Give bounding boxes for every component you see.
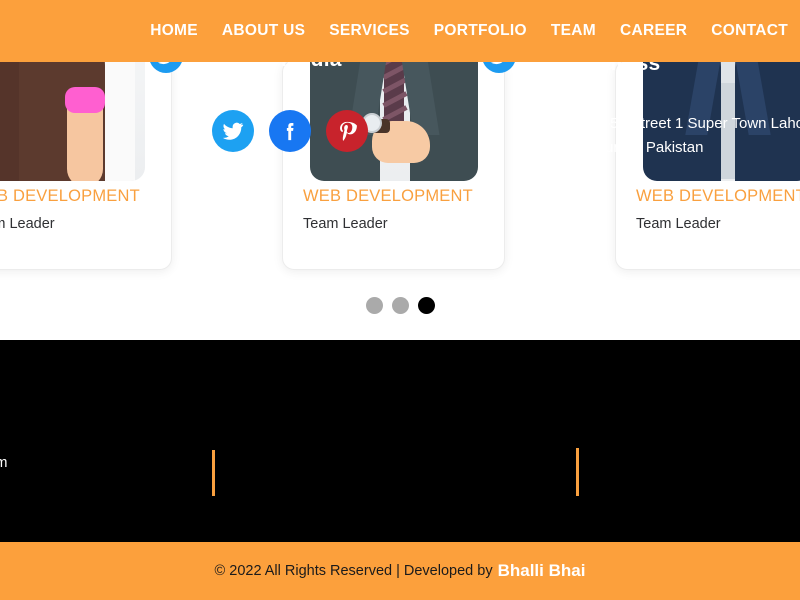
- pinterest-icon[interactable]: [326, 110, 368, 152]
- developer-brand-link[interactable]: Bhalli Bhai: [498, 561, 586, 581]
- nav-item-team[interactable]: TEAM: [539, 22, 608, 40]
- nav-item-career[interactable]: CAREER: [608, 22, 699, 40]
- nav-item-contact[interactable]: CONTACT: [699, 22, 800, 40]
- nav-item-home[interactable]: HOME: [138, 22, 210, 40]
- twitter-icon[interactable]: [212, 110, 254, 152]
- copyright-text: © 2022 All Rights Reserved | Developed b…: [214, 563, 493, 579]
- footer-email-text: com: [0, 455, 8, 471]
- address-line-2: Punjab Pakistan: [595, 139, 704, 157]
- social-accent-bar: [212, 450, 215, 496]
- social-links-row: [212, 110, 368, 152]
- carousel-dot-active[interactable]: [417, 297, 435, 314]
- nav-item-portfolio[interactable]: PORTFOLIO: [422, 22, 539, 40]
- facebook-icon[interactable]: [269, 110, 311, 152]
- nav-item-services[interactable]: SERVICES: [317, 22, 422, 40]
- carousel-dot[interactable]: [365, 297, 383, 314]
- team-card-body: WEB DEVELOPMENT Team Leader: [0, 187, 171, 232]
- team-card-role: Team Leader: [0, 216, 55, 232]
- top-navigation-bar: HOME ABOUT US SERVICES PORTFOLIO TEAM CA…: [0, 0, 800, 62]
- team-card[interactable]: WEB DEVELOPMENT Team Leader: [282, 13, 516, 270]
- team-card-body: WEB DEVELOPMENT Team Leader: [616, 187, 800, 232]
- team-card-role: Team Leader: [636, 216, 721, 232]
- team-card-title: WEB DEVELOPMENT: [636, 187, 800, 205]
- address-line-1: A-57 Street 1 Super Town Lahore: [595, 115, 800, 132]
- carousel-dots: [0, 297, 800, 314]
- team-card-role: Team Leader: [303, 216, 388, 232]
- page-root: WEB DEVELOPMENT Team Leader: [0, 0, 800, 600]
- address-accent-bar: [576, 448, 579, 496]
- team-card-title: WEB DEVELOPMENT: [303, 187, 473, 205]
- nav-menu: HOME ABOUT US SERVICES PORTFOLIO TEAM CA…: [138, 22, 800, 40]
- address-text: A-57 Street 1 Super Town Lahore Punjab P…: [595, 112, 800, 161]
- carousel-dot[interactable]: [391, 297, 409, 314]
- nav-item-about-us[interactable]: ABOUT US: [210, 22, 317, 40]
- team-card-title: WEB DEVELOPMENT: [0, 187, 140, 205]
- copyright-bar: © 2022 All Rights Reserved | Developed b…: [0, 542, 800, 600]
- team-card-body: WEB DEVELOPMENT Team Leader: [283, 187, 504, 232]
- site-footer: [0, 340, 800, 542]
- team-card[interactable]: WEB DEVELOPMENT Team Leader: [0, 13, 183, 270]
- team-card[interactable]: WEB DEVELOPMENT Team Leader: [615, 13, 800, 270]
